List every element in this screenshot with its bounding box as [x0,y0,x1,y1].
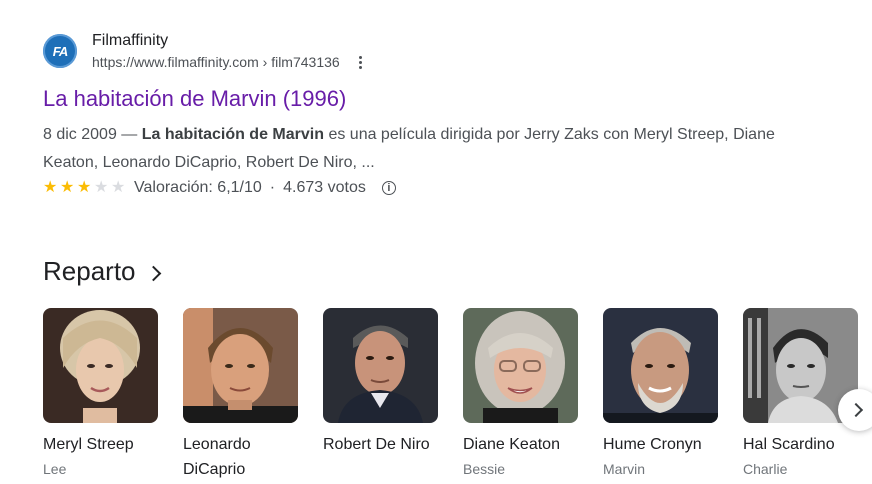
cast-card[interactable]: Meryl Streep Lee [43,308,158,484]
actor-name: Meryl Streep [43,436,134,453]
site-header[interactable]: FA Filmaffinity https://www.filmaffinity… [43,30,843,72]
chevron-right-icon [145,265,161,282]
actor-photo [603,308,718,423]
actor-name: Diane Keaton [463,436,560,453]
site-url: https://www.filmaffinity.com › film74313… [92,54,340,70]
star-filled-icon: ★ [77,179,92,196]
actor-name: Leonardo DiCaprio [183,436,251,478]
actor-name: Hal Scardino [743,436,835,453]
site-url-row: https://www.filmaffinity.com › film74313… [92,52,368,72]
actor-photo [183,308,298,423]
result-snippet: 8 dic 2009 — La habitación de Marvin es … [43,121,823,177]
cast-carousel: Meryl Streep Lee Leonardo DiCaprio Rober… [43,308,872,484]
actor-photo [323,308,438,423]
cast-card[interactable]: Leonardo DiCaprio [183,308,298,484]
actor-role: Bessie [463,461,506,477]
search-result: FA Filmaffinity https://www.filmaffinity… [43,30,843,199]
more-options-icon[interactable] [354,52,368,72]
rating-separator: · [269,179,276,196]
snippet-date: 8 dic 2009 — [43,126,142,143]
chevron-right-icon [848,402,864,418]
star-filled-icon: ★ [43,179,58,196]
actor-name: Robert De Niro [323,436,430,453]
carousel-next-button[interactable] [838,389,872,431]
actor-role: Marvin [603,461,646,477]
star-empty-icon: ★ [94,179,109,196]
cast-card[interactable]: Diane Keaton Bessie [463,308,578,484]
result-title-link[interactable]: La habitación de Marvin (1996) [43,85,843,113]
actor-role: Charlie [743,461,788,477]
star-empty-icon: ★ [111,179,126,196]
star-filled-icon: ★ [60,179,75,196]
cast-card[interactable]: Robert De Niro [323,308,438,484]
actor-role: Lee [43,461,67,477]
rating-label: Valoración: 6,1/10 [134,179,262,196]
cast-card[interactable]: Hume Cronyn Marvin [603,308,718,484]
actor-name: Hume Cronyn [603,436,702,453]
site-name: Filmaffinity [92,32,169,49]
rating-stars: ★ ★ ★ ★ ★ [43,180,128,196]
cast-card[interactable]: Hal Scardino Charlie [743,308,858,484]
cast-header[interactable]: Reparto [43,256,161,287]
rating-votes: 4.673 votos [283,179,366,196]
info-icon[interactable]: i [381,181,396,195]
site-info: Filmaffinity https://www.filmaffinity.co… [92,30,368,72]
actor-photo [463,308,578,423]
cast-title: Reparto [43,256,136,286]
snippet-bold: La habitación de Marvin [141,126,324,143]
actor-photo [43,308,158,423]
rating-row: ★ ★ ★ ★ ★ Valoración: 6,1/10 · 4.673 votos i [43,177,843,199]
filmaffinity-favicon-icon: FA [43,34,77,68]
